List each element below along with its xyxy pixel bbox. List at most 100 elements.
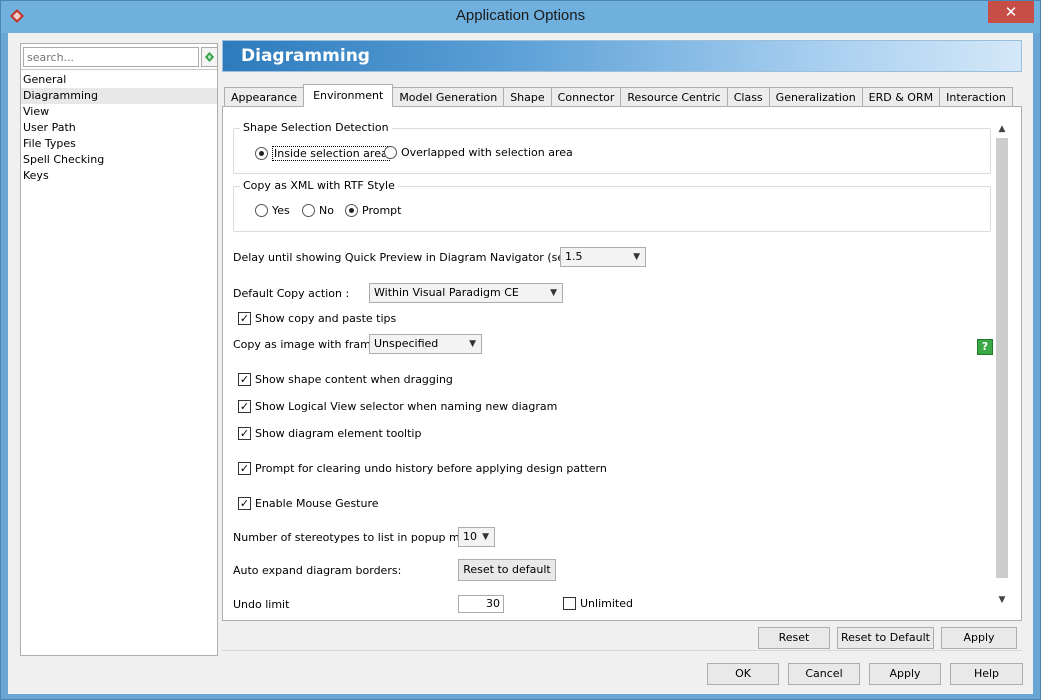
copy-image-frame-value: Unspecified — [374, 337, 439, 350]
radio-yes-indicator[interactable] — [255, 204, 268, 217]
delay-label: Delay until showing Quick Preview in Dia… — [233, 251, 609, 264]
nav-item-spell-checking[interactable]: Spell Checking — [21, 152, 217, 168]
unlimited-checkbox-box[interactable] — [563, 597, 576, 610]
nav-item-view[interactable]: View — [21, 104, 217, 120]
tab-appearance[interactable]: Appearance — [224, 87, 305, 107]
radio-no-indicator[interactable] — [302, 204, 315, 217]
stereotypes-value: 10 — [463, 530, 477, 543]
show-tooltip-label: Show diagram element tooltip — [255, 427, 422, 440]
mouse-gesture-checkbox[interactable]: ✓ Enable Mouse Gesture — [238, 497, 379, 510]
unlimited-checkbox[interactable]: Unlimited — [563, 597, 633, 610]
category-list: General Diagramming View User Path File … — [21, 69, 217, 655]
radio-yes[interactable]: Yes — [255, 204, 290, 217]
tab-bar: Appearance Environment Model Generation … — [224, 84, 1013, 107]
shape-selection-label: Shape Selection Detection — [240, 121, 392, 134]
radio-inside-selection[interactable]: Inside selection area — [255, 146, 390, 161]
apply-button[interactable]: Apply — [869, 663, 941, 685]
radio-overlapped-indicator[interactable] — [384, 146, 397, 159]
window-title: Application Options — [455, 7, 586, 24]
prompt-undo-label: Prompt for clearing undo history before … — [255, 462, 607, 475]
tab-environment[interactable]: Environment — [303, 84, 394, 107]
reset-button[interactable]: Reset — [758, 627, 830, 649]
tab-connector[interactable]: Connector — [550, 87, 622, 107]
delay-combo[interactable]: 1.5 ▼ — [560, 247, 646, 267]
show-shape-content-checkbox[interactable]: ✓ Show shape content when dragging — [238, 373, 453, 386]
copy-image-frame-label: Copy as image with frame : — [233, 338, 385, 351]
copy-image-frame-combo[interactable]: Unspecified ▼ — [369, 334, 482, 354]
default-copy-combo[interactable]: Within Visual Paradigm CE ▼ — [369, 283, 563, 303]
prompt-undo-checkbox[interactable]: ✓ Prompt for clearing undo history befor… — [238, 462, 607, 475]
show-tooltip-checkbox[interactable]: ✓ Show diagram element tooltip — [238, 427, 421, 440]
environment-page: Shape Selection Detection Inside selecti… — [222, 106, 1022, 621]
radio-overlapped-selection[interactable]: Overlapped with selection area — [384, 146, 573, 159]
radio-inside-indicator[interactable] — [255, 147, 268, 160]
title-bar[interactable]: Application Options ✕ — [1, 1, 1040, 33]
nav-item-user-path[interactable]: User Path — [21, 120, 217, 136]
tab-resource-centric[interactable]: Resource Centric — [620, 87, 728, 107]
scroll-down-icon[interactable]: ▼ — [996, 595, 1008, 605]
vertical-scrollbar[interactable]: ▲ ▼ — [995, 124, 1009, 609]
nav-item-general[interactable]: General — [21, 72, 217, 88]
tab-shape[interactable]: Shape — [503, 87, 552, 107]
scroll-thumb[interactable] — [996, 138, 1008, 578]
show-copy-paste-tips-checkbox[interactable]: ✓ Show copy and paste tips — [238, 312, 396, 325]
undo-limit-field[interactable]: 30 — [458, 595, 504, 613]
show-logical-view-checkbox[interactable]: ✓ Show Logical View selector when naming… — [238, 400, 557, 413]
checkmark-icon[interactable]: ✓ — [238, 462, 251, 475]
apply-panel-button[interactable]: Apply — [941, 627, 1017, 649]
tab-class[interactable]: Class — [726, 87, 770, 107]
nav-item-diagramming[interactable]: Diagramming — [21, 88, 217, 104]
chevron-down-icon: ▼ — [469, 339, 476, 349]
undo-limit-label: Undo limit — [233, 598, 290, 611]
checkmark-icon[interactable]: ✓ — [238, 312, 251, 325]
scroll-up-icon[interactable]: ▲ — [996, 124, 1008, 134]
radio-yes-label: Yes — [272, 204, 290, 217]
stereotypes-label: Number of stereotypes to list in popup m… — [233, 531, 488, 544]
section-title: Diagramming — [241, 46, 370, 66]
unlimited-label: Unlimited — [580, 597, 633, 610]
close-icon[interactable]: ✕ — [988, 1, 1034, 23]
show-copy-paste-tips-label: Show copy and paste tips — [255, 312, 397, 325]
reset-to-default-panel-button[interactable]: Reset to Default — [837, 627, 934, 649]
delay-value: 1.5 — [565, 250, 583, 263]
panel-separator — [222, 650, 1022, 651]
ok-button[interactable]: OK — [707, 663, 779, 685]
tab-model-generation[interactable]: Model Generation — [392, 87, 505, 107]
radio-prompt-label: Prompt — [362, 204, 402, 217]
nav-item-keys[interactable]: Keys — [21, 168, 217, 184]
search-filter-button[interactable] — [201, 47, 218, 67]
help-button[interactable]: Help — [950, 663, 1023, 685]
show-shape-content-label: Show shape content when dragging — [255, 373, 453, 386]
radio-prompt-indicator[interactable] — [345, 204, 358, 217]
radio-no[interactable]: No — [302, 204, 334, 217]
shape-selection-group: Shape Selection Detection Inside selecti… — [233, 121, 991, 174]
default-copy-value: Within Visual Paradigm CE — [374, 286, 519, 299]
copy-xml-label: Copy as XML with RTF Style — [240, 179, 398, 192]
radio-prompt[interactable]: Prompt — [345, 204, 401, 217]
stereotypes-combo[interactable]: 10 ▼ — [458, 527, 495, 547]
checkmark-icon[interactable]: ✓ — [238, 427, 251, 440]
checkmark-icon[interactable]: ✓ — [238, 373, 251, 386]
reset-to-default-button[interactable]: Reset to default — [458, 559, 556, 581]
tab-interaction[interactable]: Interaction — [939, 87, 1013, 107]
mouse-gesture-label: Enable Mouse Gesture — [255, 497, 379, 510]
chevron-down-icon: ▼ — [550, 288, 557, 298]
tab-erd-orm[interactable]: ERD & ORM — [861, 87, 941, 107]
chevron-down-icon: ▼ — [482, 532, 489, 542]
application-options-window: Application Options ✕ General Diagrammin… — [0, 0, 1041, 700]
search-input[interactable] — [23, 47, 199, 67]
nav-item-file-types[interactable]: File Types — [21, 136, 217, 152]
radio-overlapped-label: Overlapped with selection area — [401, 146, 573, 159]
radio-inside-label: Inside selection area — [272, 146, 390, 161]
filter-icon — [205, 52, 214, 62]
tab-generalization[interactable]: Generalization — [768, 87, 863, 107]
checkmark-icon[interactable]: ✓ — [238, 497, 251, 510]
cancel-button[interactable]: Cancel — [788, 663, 860, 685]
copy-xml-group: Copy as XML with RTF Style Yes No Prompt — [233, 179, 991, 232]
help-icon[interactable]: ? — [977, 339, 993, 355]
checkmark-icon[interactable]: ✓ — [238, 400, 251, 413]
radio-no-label: No — [319, 204, 334, 217]
category-panel: General Diagramming View User Path File … — [20, 43, 218, 656]
show-logical-view-label: Show Logical View selector when naming n… — [255, 400, 558, 413]
auto-expand-label: Auto expand diagram borders: — [233, 564, 402, 577]
